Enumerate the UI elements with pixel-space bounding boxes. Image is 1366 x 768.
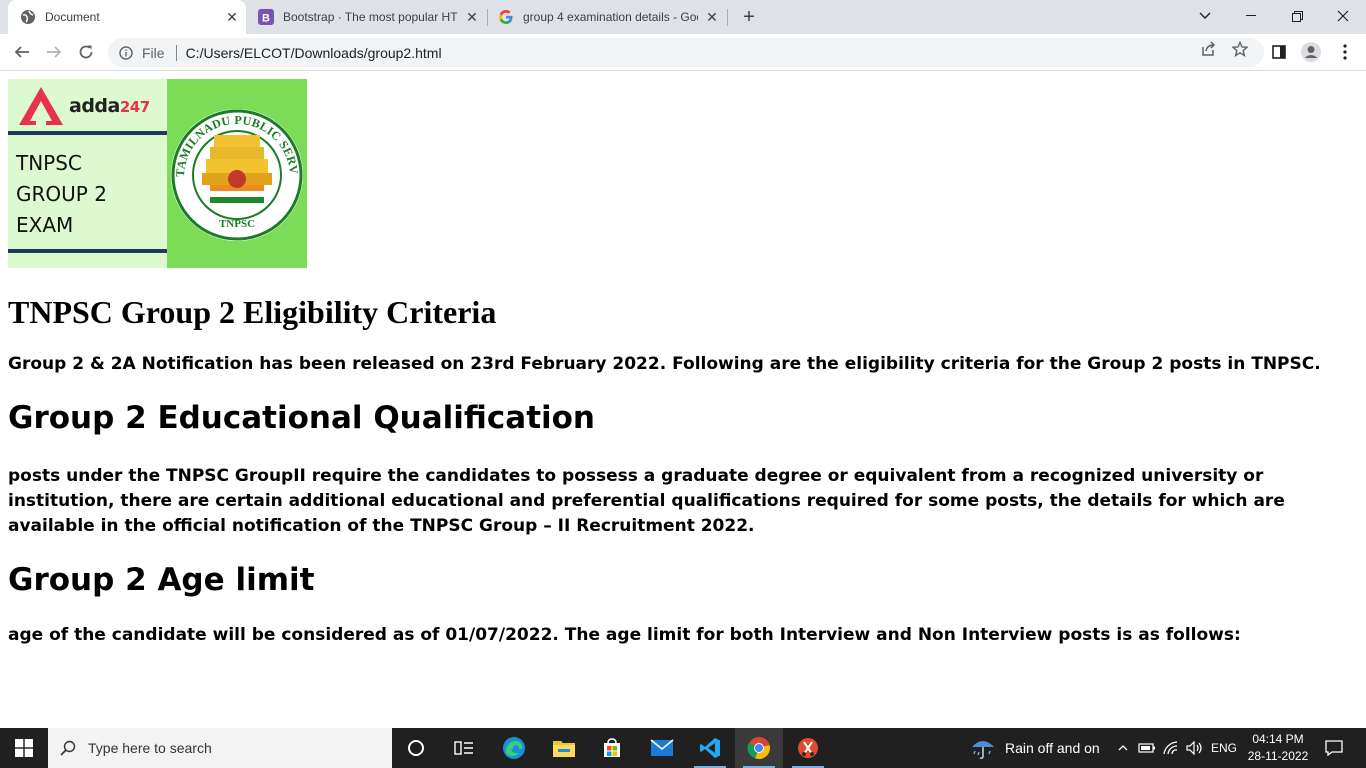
- search-placeholder: Type here to search: [88, 740, 212, 756]
- tab-google-search[interactable]: group 4 examination details - Goo ✕: [490, 0, 726, 34]
- mail-icon[interactable]: [638, 728, 686, 768]
- start-button[interactable]: [0, 728, 48, 768]
- windows-logo-icon: [15, 739, 33, 757]
- show-hidden-icons-chevron[interactable]: [1114, 728, 1132, 768]
- side-panel-icon[interactable]: [1264, 37, 1294, 67]
- chrome-icon[interactable]: [735, 728, 783, 768]
- snipping-tool-icon[interactable]: [784, 728, 832, 768]
- url-scheme-label: File: [142, 44, 165, 61]
- page-content: adda247 TNPSC GROUP 2 EXAM TAMILNADU PUB…: [0, 72, 1366, 728]
- bookmark-star-icon[interactable]: [1231, 40, 1249, 58]
- globe-icon: [20, 9, 36, 25]
- input-language[interactable]: ENG: [1208, 728, 1240, 768]
- bootstrap-icon: B: [258, 9, 274, 25]
- forward-arrow-icon[interactable]: [39, 37, 69, 67]
- banner-divider-bottom: [8, 249, 167, 253]
- google-icon: [498, 9, 514, 25]
- banner-line-1: TNPSC: [16, 151, 82, 175]
- tnpsc-seal-image: TAMILNADU PUBLIC SERVICE COMMISSION TNPS…: [170, 105, 303, 241]
- search-icon: [48, 728, 88, 768]
- tab-document[interactable]: Document ✕: [8, 0, 246, 34]
- new-tab-button[interactable]: +: [737, 5, 761, 29]
- clock-date: 28-11-2022: [1247, 749, 1309, 763]
- file-explorer-icon[interactable]: [540, 728, 588, 768]
- clock-time: 04:14 PM: [1252, 732, 1304, 746]
- close-window-icon[interactable]: [1320, 0, 1366, 32]
- age-limit-heading: Group 2 Age limit: [8, 562, 315, 598]
- back-arrow-icon[interactable]: [7, 37, 37, 67]
- adda-logo-icon: [19, 87, 63, 127]
- intro-paragraph: Group 2 & 2A Notification has been relea…: [8, 354, 1321, 374]
- battery-icon[interactable]: [1136, 728, 1158, 768]
- tnpsc-banner-image: adda247 TNPSC GROUP 2 EXAM TAMILNADU PUB…: [8, 79, 307, 268]
- tab-title: Bootstrap · The most popular HTML: [283, 10, 458, 24]
- reload-icon[interactable]: [71, 37, 101, 67]
- profile-avatar-icon[interactable]: [1296, 37, 1326, 67]
- volume-icon[interactable]: [1184, 728, 1206, 768]
- url-text[interactable]: C:/Users/ELCOT/Downloads/group2.html: [186, 45, 442, 61]
- tab-divider: [727, 9, 728, 26]
- banner-left-panel: adda247 TNPSC GROUP 2 EXAM: [8, 79, 167, 268]
- info-icon[interactable]: [118, 45, 134, 61]
- education-paragraph: posts under the TNPSC GroupII require th…: [8, 466, 1285, 536]
- tab-divider: [487, 9, 488, 26]
- weather-label: Rain off and on: [1005, 740, 1100, 756]
- close-tab-icon[interactable]: ✕: [224, 9, 240, 25]
- brand-name: adda: [69, 95, 120, 117]
- omnibox-divider: [175, 44, 177, 61]
- wifi-icon[interactable]: [1160, 728, 1182, 768]
- edge-browser-icon[interactable]: [490, 728, 538, 768]
- brand-suffix: 247: [119, 98, 150, 116]
- close-tab-icon[interactable]: ✕: [704, 9, 720, 25]
- age-limit-paragraph: age of the candidate will be considered …: [8, 625, 1241, 645]
- share-icon[interactable]: [1199, 40, 1217, 58]
- cortana-icon[interactable]: [392, 728, 440, 768]
- browser-toolbar: File C:/Users/ELCOT/Downloads/group2.htm…: [0, 34, 1366, 71]
- minimize-icon[interactable]: [1228, 0, 1274, 32]
- banner-divider-top: [8, 131, 167, 135]
- education-heading: Group 2 Educational Qualification: [8, 400, 596, 436]
- seal-bottom-text: TNPSC: [219, 218, 255, 230]
- windows-taskbar: Type here to search Rain off and on ENG …: [0, 728, 1366, 768]
- svg-text:B: B: [262, 13, 270, 25]
- system-clock[interactable]: 04:14 PM 28-11-2022: [1240, 731, 1316, 765]
- banner-line-3: EXAM: [16, 213, 74, 237]
- rain-umbrella-icon: [972, 741, 994, 760]
- page-title: TNPSC Group 2 Eligibility Criteria: [8, 294, 497, 330]
- banner-right-panel: TAMILNADU PUBLIC SERVICE COMMISSION TNPS…: [167, 79, 307, 268]
- tab-search-icon[interactable]: [1182, 0, 1228, 32]
- brand-logo-text: adda247: [69, 95, 150, 117]
- address-bar[interactable]: File C:/Users/ELCOT/Downloads/group2.htm…: [108, 38, 1264, 67]
- close-tab-icon[interactable]: ✕: [464, 9, 480, 25]
- restore-icon[interactable]: [1274, 0, 1320, 32]
- task-view-icon[interactable]: [440, 728, 488, 768]
- taskbar-search-box[interactable]: Type here to search: [48, 728, 392, 768]
- tab-title: group 4 examination details - Goo: [523, 10, 698, 24]
- menu-kebab-icon[interactable]: [1330, 37, 1360, 67]
- browser-tab-strip: Document ✕ B Bootstrap · The most popula…: [0, 0, 1366, 34]
- microsoft-store-icon[interactable]: [588, 728, 636, 768]
- banner-line-2: GROUP 2: [16, 182, 107, 206]
- vscode-icon[interactable]: [686, 728, 734, 768]
- weather-widget[interactable]: Rain off and on: [970, 728, 1100, 768]
- notification-center-icon[interactable]: [1318, 728, 1350, 768]
- tab-bootstrap[interactable]: B Bootstrap · The most popular HTML ✕: [250, 0, 486, 34]
- tab-title: Document: [45, 10, 100, 24]
